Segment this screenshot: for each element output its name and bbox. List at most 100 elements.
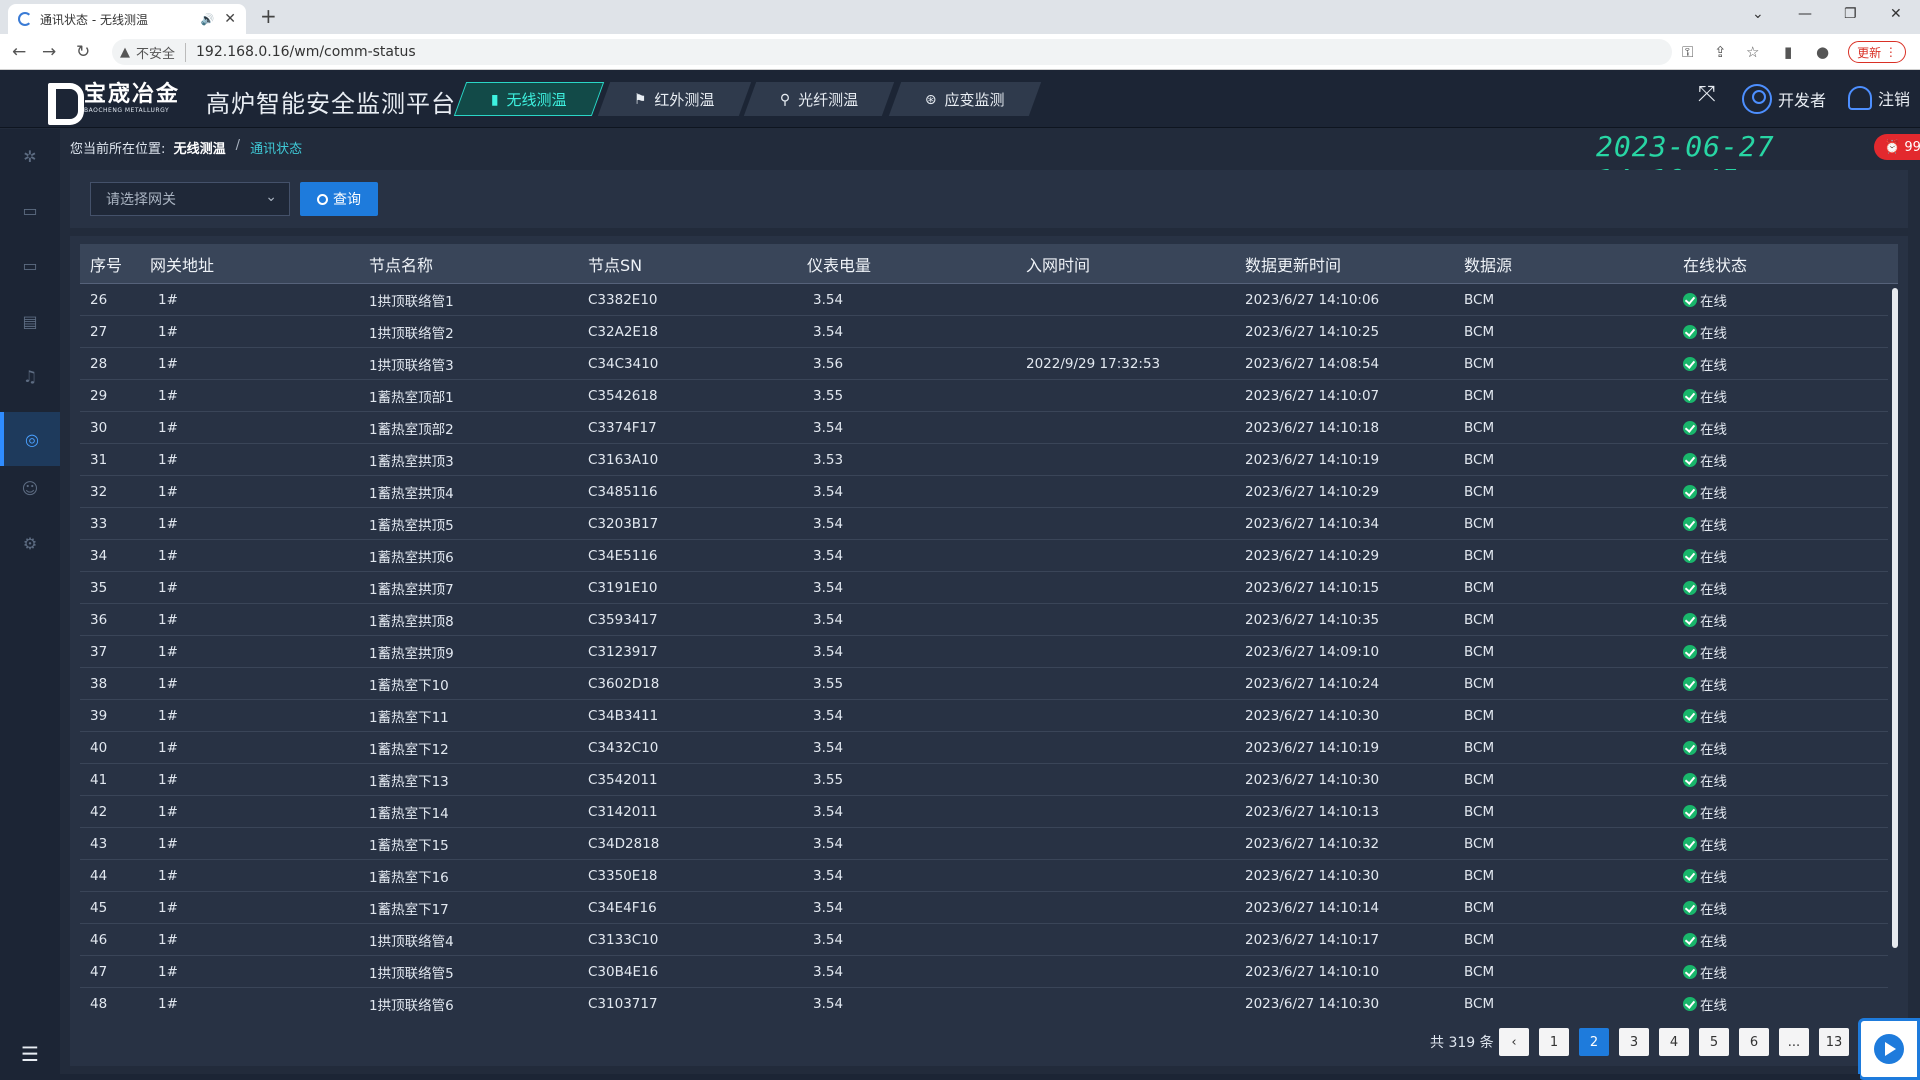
- table-row[interactable]: 40 1# 1蓄热室下12 C3432C10 3.54 2023/6/27 14:10:1…: [80, 732, 1888, 764]
- maximize-button[interactable]: ❐: [1844, 6, 1857, 22]
- table-row[interactable]: 37 1# 1蓄热室拱顶9 C3123917 3.54 2023/6/27 14:09:1…: [80, 636, 1888, 668]
- page-button[interactable]: 1: [1539, 1028, 1569, 1056]
- nav-strain-monitor[interactable]: ⊛ 应变监测: [888, 82, 1041, 116]
- profile-icon[interactable]: ●: [1816, 43, 1829, 61]
- nav-infrared-temp[interactable]: ⚑ 红外测温: [597, 82, 751, 116]
- table-row[interactable]: 41 1# 1蓄热室下13 C3542011 3.55 2023/6/27 14:10:3…: [80, 764, 1888, 796]
- column-header: 入网时间: [1026, 255, 1091, 275]
- reload-button[interactable]: ↻: [76, 42, 90, 62]
- vertical-scrollbar[interactable]: [1892, 288, 1898, 948]
- new-tab-button[interactable]: +: [260, 4, 277, 28]
- sidebar-item-settings[interactable]: ⚙: [0, 516, 60, 570]
- app-header: 宝宬冶金 BAOCHENG METALLURGY 高炉智能安全监测平台 ▮ 无线测…: [0, 70, 1920, 128]
- page-button[interactable]: 13: [1819, 1028, 1849, 1056]
- share-icon[interactable]: ⇪: [1714, 43, 1727, 61]
- table-row[interactable]: 29 1# 1蓄热室顶部1 C3542618 3.55 2023/6/27 14:10:0…: [80, 380, 1888, 412]
- settings-icon: ⚙: [22, 533, 38, 553]
- table-cell: 3.54: [813, 515, 844, 532]
- bookmark-star-icon[interactable]: ☆: [1746, 43, 1759, 61]
- user-menu[interactable]: 开发者: [1742, 84, 1826, 114]
- table-cell: 26: [90, 291, 108, 308]
- sidebar-item-dashboard[interactable]: ✲: [0, 129, 60, 183]
- table-row[interactable]: 42 1# 1蓄热室下14 C3142011 3.54 2023/6/27 14:10:1…: [80, 796, 1888, 828]
- breadcrumb-section[interactable]: 无线测温: [174, 138, 226, 157]
- table-row[interactable]: 28 1# 1拱顶联络管3 C34C3410 3.56 2022/9/29 17:32:5…: [80, 348, 1888, 380]
- sidebar-item-users[interactable]: ☺: [0, 461, 60, 515]
- table-row[interactable]: 34 1# 1蓄热室拱顶6 C34E5116 3.54 2023/6/27 14:10:2…: [80, 540, 1888, 572]
- minimize-button[interactable]: —: [1798, 6, 1812, 22]
- table-row[interactable]: 48 1# 1拱顶联络管6 C3103717 3.54 2023/6/27 14:10:3…: [80, 988, 1888, 1013]
- fullscreen-icon[interactable]: ⤧: [1698, 82, 1716, 107]
- table-row[interactable]: 47 1# 1拱顶联络管5 C30B4E16 3.54 2023/6/27 14:10:1…: [80, 956, 1888, 988]
- back-button[interactable]: ←: [12, 42, 26, 62]
- nav-fiber-temp[interactable]: ⚲ 光纤测温: [744, 82, 895, 116]
- table-cell: 2023/6/27 14:10:30: [1245, 707, 1380, 724]
- table-cell: 33: [90, 515, 108, 532]
- url-field[interactable]: ▲ 不安全 192.168.0.16/wm/comm-status: [112, 39, 1672, 65]
- table-cell: 2023/6/27 14:10:32: [1245, 835, 1380, 852]
- logo-text: 宝宬冶金: [84, 81, 181, 107]
- alarm-badge[interactable]: ⏰ 99: [1874, 134, 1920, 160]
- table-row[interactable]: 45 1# 1蓄热室下17 C34E4F16 3.54 2023/6/27 14:10:1…: [80, 892, 1888, 924]
- page-button[interactable]: 3: [1619, 1028, 1649, 1056]
- table-cell: 1蓄热室顶部2: [369, 421, 454, 438]
- table-cell: 28: [90, 355, 108, 372]
- tab-search-icon[interactable]: ⌄: [1752, 6, 1764, 22]
- float-widget-button[interactable]: [1858, 1018, 1920, 1080]
- table-row[interactable]: 44 1# 1蓄热室下16 C3350E18 3.54 2023/6/27 14:10:3…: [80, 860, 1888, 892]
- table-cell: 3.56: [813, 355, 844, 372]
- page-button[interactable]: 4: [1659, 1028, 1689, 1056]
- table-cell: C30B4E16: [588, 963, 659, 980]
- url-text: 192.168.0.16/wm/comm-status: [196, 44, 416, 60]
- table-cell: C3142011: [588, 803, 658, 820]
- sidebar-item-screen[interactable]: ▭: [0, 238, 60, 292]
- browser-tab[interactable]: 通讯状态 - 无线测温 🔊 ✕: [8, 4, 246, 34]
- logout-icon: [1848, 86, 1872, 110]
- play-icon: [1874, 1034, 1904, 1064]
- alarm-count: 99: [1904, 139, 1920, 155]
- nav-wireless-temp[interactable]: ▮ 无线测温: [453, 82, 604, 116]
- prev-page-button[interactable]: ‹: [1499, 1028, 1529, 1056]
- sidepanel-icon[interactable]: ▮: [1784, 43, 1792, 61]
- table-row[interactable]: 26 1# 1拱顶联络管1 C3382E10 3.54 2023/6/27 14:10:0…: [80, 284, 1888, 316]
- sidebar-item-records[interactable]: ▤: [0, 294, 60, 348]
- table-row[interactable]: 43 1# 1蓄热室下15 C34D2818 3.54 2023/6/27 14:10:3…: [80, 828, 1888, 860]
- logout-button[interactable]: 注销: [1848, 86, 1910, 110]
- speaker-icon[interactable]: 🔊: [201, 13, 215, 26]
- table-row[interactable]: 46 1# 1拱顶联络管4 C3133C10 3.54 2023/6/27 14:10:1…: [80, 924, 1888, 956]
- table-row[interactable]: 39 1# 1蓄热室下11 C34B3411 3.54 2023/6/27 14:10:3…: [80, 700, 1888, 732]
- page-button[interactable]: 2: [1579, 1028, 1609, 1056]
- collapse-menu-button[interactable]: ☰: [0, 1027, 60, 1080]
- table-cell: 1蓄热室下10: [369, 677, 449, 694]
- table-row[interactable]: 36 1# 1蓄热室拱顶8 C3593417 3.54 2023/6/27 14:10:3…: [80, 604, 1888, 636]
- tab-title: 通讯状态 - 无线测温: [40, 12, 148, 27]
- total-count: 共 319 条: [1430, 1035, 1494, 1051]
- query-button[interactable]: 查询: [300, 182, 378, 216]
- sidebar-item-comm-status[interactable]: ◎: [0, 412, 60, 466]
- table-row[interactable]: 30 1# 1蓄热室顶部2 C3374F17 3.54 2023/6/27 14:10:1…: [80, 412, 1888, 444]
- table-row[interactable]: 31 1# 1蓄热室拱顶3 C3163A10 3.53 2023/6/27 14:10:1…: [80, 444, 1888, 476]
- online-check-icon: [1683, 772, 1697, 787]
- online-check-icon: [1683, 548, 1697, 563]
- gateway-select[interactable]: 请选择网关 ⌄: [90, 182, 290, 216]
- page-ellipsis-button[interactable]: ...: [1779, 1028, 1809, 1056]
- page-button[interactable]: 6: [1739, 1028, 1769, 1056]
- close-tab-icon[interactable]: ✕: [224, 11, 236, 27]
- table-row[interactable]: 32 1# 1蓄热室拱顶4 C3485116 3.54 2023/6/27 14:10:2…: [80, 476, 1888, 508]
- sidebar-item-alarms[interactable]: ♫: [0, 349, 60, 403]
- sidebar-item-monitor[interactable]: ▭: [0, 183, 60, 237]
- status-text: 在线: [1700, 837, 1727, 854]
- table-row[interactable]: 38 1# 1蓄热室下10 C3602D18 3.55 2023/6/27 14:10:2…: [80, 668, 1888, 700]
- close-window-button[interactable]: ✕: [1890, 6, 1902, 22]
- forward-button[interactable]: →: [42, 42, 56, 62]
- page-button[interactable]: 5: [1699, 1028, 1729, 1056]
- table-row[interactable]: 33 1# 1蓄热室拱顶5 C3203B17 3.54 2023/6/27 14:10:3…: [80, 508, 1888, 540]
- online-check-icon: [1683, 388, 1697, 403]
- key-icon[interactable]: ⚿: [1682, 43, 1693, 61]
- table-row[interactable]: 27 1# 1拱顶联络管2 C32A2E18 3.54 2023/6/27 14:10:2…: [80, 316, 1888, 348]
- update-button[interactable]: 更新 ⋮: [1848, 41, 1906, 63]
- status-text: 在线: [1700, 613, 1727, 630]
- table-cell: BCM: [1464, 803, 1495, 820]
- table-row[interactable]: 35 1# 1蓄热室拱顶7 C3191E10 3.54 2023/6/27 14:10:1…: [80, 572, 1888, 604]
- table-cell: 2023/6/27 14:10:25: [1245, 323, 1380, 340]
